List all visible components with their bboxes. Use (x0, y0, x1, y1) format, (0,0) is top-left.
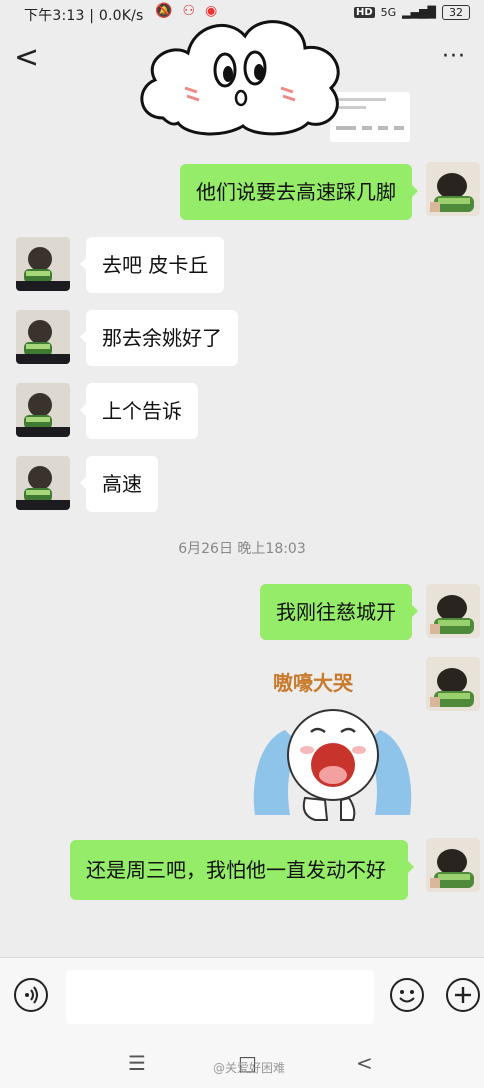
battery-icon: 32 (442, 5, 470, 20)
message-bubble[interactable]: 去吧 皮卡丘 (79, 237, 225, 293)
message-bubble[interactable]: 还是周三吧，我怕他一直发动不好 (70, 840, 414, 900)
voice-icon[interactable] (14, 978, 48, 1012)
more-options-button[interactable]: ··· (438, 42, 470, 72)
system-back-icon[interactable]: < (356, 1051, 373, 1075)
message-bubble[interactable]: 高速 (80, 456, 158, 512)
message-bubble[interactable]: 那去余姚好了 (80, 310, 238, 366)
my-avatar[interactable] (426, 838, 480, 892)
my-avatar[interactable] (426, 162, 480, 216)
friend-avatar[interactable] (16, 383, 70, 437)
input-bar (0, 957, 484, 1038)
crying-sticker[interactable]: 嗷嚎大哭 (245, 660, 420, 830)
plus-icon[interactable] (446, 978, 480, 1012)
message-bubble[interactable]: 我刚往慈城开 (260, 584, 418, 640)
sticker-caption: 嗷嚎大哭 (273, 671, 354, 695)
back-button[interactable]: < (14, 40, 44, 76)
message-input[interactable] (66, 970, 374, 1024)
emoji-icon[interactable] (390, 978, 424, 1012)
my-avatar[interactable] (426, 657, 480, 711)
my-avatar[interactable] (426, 584, 480, 638)
message-bubble[interactable]: 上个告诉 (80, 383, 198, 439)
message-timestamp: 6月26日 晚上18:03 (178, 541, 306, 557)
friend-avatar[interactable] (16, 310, 70, 364)
network-label: 5G (380, 6, 397, 19)
friend-avatar[interactable] (16, 237, 70, 291)
friend-avatar[interactable] (16, 456, 70, 510)
watermark: @关爱好困难 (213, 1061, 286, 1075)
status-time-speed: 下午3:13 | 0.0K/s (24, 8, 144, 24)
menu-icon[interactable]: ☰ (128, 1051, 146, 1075)
cloud-face-sticker (133, 8, 353, 138)
status-right: HD 5G ▂▄▆█ 32 (353, 5, 470, 20)
hd-badge: HD (353, 7, 375, 18)
message-bubble[interactable]: 他们说要去高速踩几脚 (180, 164, 418, 220)
signal-icon: ▂▄▆█ (402, 6, 436, 19)
